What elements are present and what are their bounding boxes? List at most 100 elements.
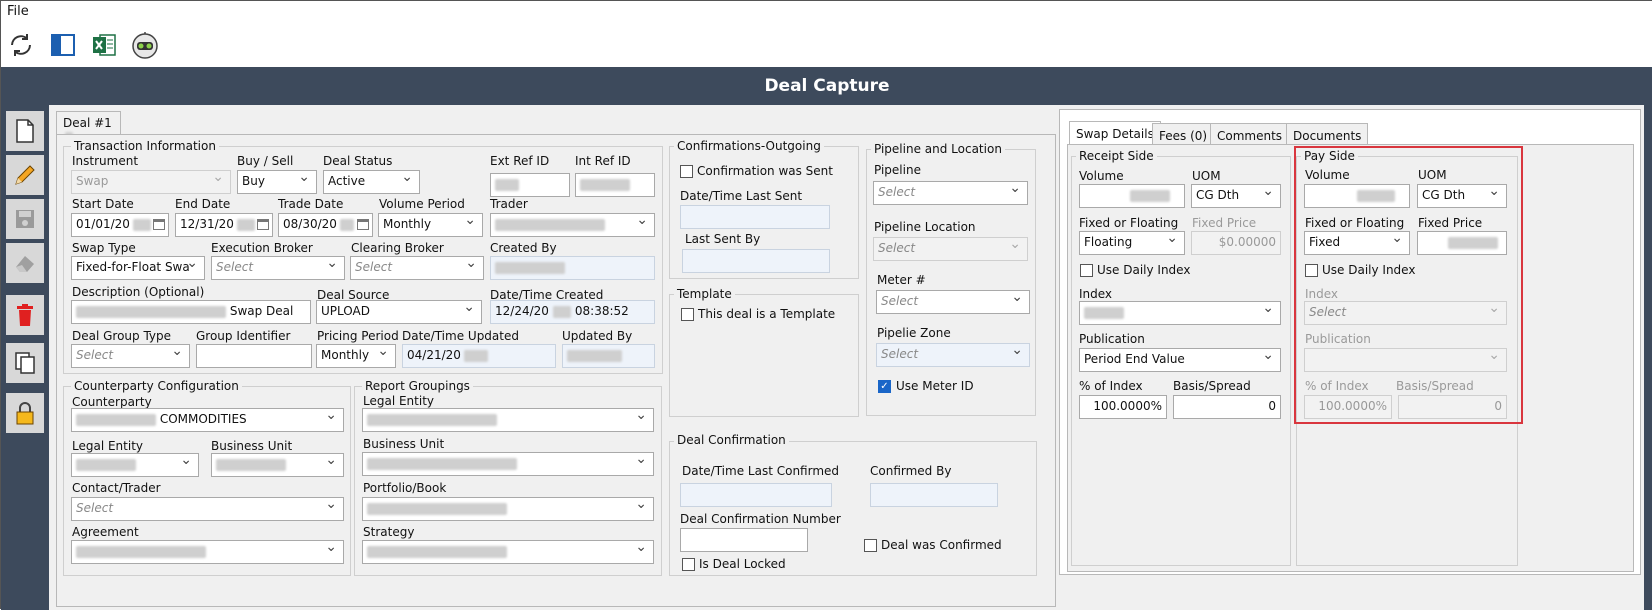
delete-trash-icon[interactable]: [6, 295, 44, 335]
receipt-uom-select[interactable]: CG Dth: [1191, 184, 1281, 208]
report-groupings-title: Report Groupings: [362, 379, 473, 393]
ext-ref-input[interactable]: [490, 173, 570, 197]
instrument-select[interactable]: Swap: [71, 170, 231, 194]
confirmed-by-label: Confirmed By: [870, 464, 952, 478]
execution-broker-select[interactable]: Select: [211, 256, 345, 280]
split-pane-icon[interactable]: [47, 29, 79, 61]
last-confirmed-label: Date/Time Last Confirmed: [682, 464, 840, 478]
trade-date-input[interactable]: 08/30/20: [278, 213, 373, 237]
lock-icon[interactable]: [6, 393, 44, 433]
copy-icon[interactable]: [6, 343, 44, 383]
save-disk-icon[interactable]: [6, 199, 44, 239]
pay-basis-input[interactable]: 0: [1398, 395, 1507, 419]
deal-group-type-select[interactable]: Select: [71, 344, 190, 368]
confirmation-sent-checkbox[interactable]: [680, 165, 693, 178]
rg-business-unit-select[interactable]: [362, 452, 654, 476]
tab-deal[interactable]: Deal #1: [56, 111, 121, 144]
swap-type-label: Swap Type: [72, 241, 136, 255]
is-template-checkbox[interactable]: [681, 308, 694, 321]
last-sent-by-label: Last Sent By: [685, 232, 761, 246]
deal-confirmed-checkbox[interactable]: [864, 539, 877, 552]
receipt-daily-index-label: Use Daily Index: [1097, 263, 1191, 277]
updated-by-field: [562, 344, 655, 368]
cp-legal-entity-label: Legal Entity: [72, 439, 144, 453]
pay-pct-index-label: % of Index: [1305, 379, 1369, 393]
start-date-input[interactable]: 01/01/20: [71, 213, 169, 237]
pay-volume-input[interactable]: [1304, 184, 1410, 208]
portfolio-book-label: Portfolio/Book: [363, 481, 447, 495]
strategy-label: Strategy: [363, 525, 415, 539]
receipt-daily-index-checkbox[interactable]: [1080, 264, 1093, 277]
clearing-broker-select[interactable]: Select: [350, 256, 484, 280]
pipeline-location-select[interactable]: Select: [873, 237, 1028, 261]
receipt-basis-label: Basis/Spread: [1173, 379, 1251, 393]
pay-side-title: Pay Side: [1301, 149, 1358, 163]
refresh-icon[interactable]: [5, 29, 37, 61]
robot-icon[interactable]: [129, 29, 161, 61]
volume-period-label: Volume Period: [379, 197, 465, 211]
receipt-fixed-price-label: Fixed Price: [1192, 216, 1257, 230]
pay-uom-select[interactable]: CG Dth: [1417, 184, 1507, 208]
deal-confirmation-title: Deal Confirmation: [674, 433, 789, 447]
counterparty-group-title: Counterparty Configuration: [71, 379, 242, 393]
receipt-volume-label: Volume: [1079, 169, 1124, 183]
edit-pencil-icon[interactable]: [6, 155, 44, 195]
pricing-period-select[interactable]: Monthly: [316, 344, 396, 368]
pipeline-location-title: Pipeline and Location: [871, 142, 1005, 156]
clearing-broker-label: Clearing Broker: [351, 241, 444, 255]
receipt-fixed-price-input[interactable]: $0.00000: [1191, 231, 1281, 255]
tab-swap-details[interactable]: Swap Details: [1069, 121, 1161, 146]
meter-label: Meter #: [877, 273, 926, 287]
receipt-publication-select[interactable]: Period End Value: [1079, 348, 1281, 372]
agreement-select[interactable]: [71, 540, 344, 564]
end-date-input[interactable]: 12/31/20: [175, 213, 273, 237]
int-ref-input[interactable]: [575, 173, 655, 197]
receipt-side-title: Receipt Side: [1076, 149, 1157, 163]
excel-icon[interactable]: [88, 29, 120, 61]
pay-publication-select[interactable]: [1304, 348, 1507, 372]
pay-fixed-price-input[interactable]: [1417, 231, 1507, 255]
use-meter-id-checkbox[interactable]: ✓: [878, 380, 891, 393]
receipt-volume-input[interactable]: [1079, 184, 1185, 208]
new-document-icon[interactable]: [6, 111, 44, 151]
portfolio-book-select[interactable]: [362, 497, 654, 521]
pay-pct-index-input[interactable]: 100.0000%: [1304, 395, 1392, 419]
counterparty-select[interactable]: COMMODITIES: [71, 408, 344, 432]
pay-fixed-floating-select[interactable]: Fixed: [1304, 231, 1410, 255]
buysell-select[interactable]: Buy: [237, 170, 317, 194]
pipeline-zone-select[interactable]: Select: [876, 343, 1030, 367]
pay-volume-label: Volume: [1305, 168, 1350, 182]
cp-legal-entity-select[interactable]: [71, 453, 199, 477]
receipt-basis-input[interactable]: 0: [1173, 395, 1281, 419]
group-identifier-input[interactable]: [196, 344, 312, 368]
menu-file[interactable]: File: [7, 4, 29, 19]
deal-confirmation-group: [669, 441, 1037, 576]
confirmation-number-input[interactable]: [680, 528, 808, 552]
pay-index-select[interactable]: Select: [1304, 301, 1507, 325]
last-confirmed-field: [680, 483, 832, 507]
receipt-fixed-floating-select[interactable]: Floating: [1079, 231, 1185, 255]
created-by-field: [490, 256, 655, 280]
contact-trader-select[interactable]: Select: [71, 497, 344, 521]
deal-source-select[interactable]: UPLOAD: [316, 300, 482, 324]
rg-legal-entity-select[interactable]: [362, 408, 654, 432]
meter-select[interactable]: Select: [876, 290, 1030, 314]
swap-type-select[interactable]: Fixed-for-Float Swa: [71, 256, 205, 280]
receipt-index-select[interactable]: [1079, 301, 1281, 325]
cp-business-unit-select[interactable]: [211, 453, 344, 477]
pipeline-select[interactable]: Select: [873, 181, 1028, 205]
deal-status-select[interactable]: Active: [323, 170, 420, 194]
eraser-icon[interactable]: [6, 243, 44, 283]
pay-daily-index-checkbox[interactable]: [1305, 264, 1318, 277]
pricing-period-label: Pricing Period: [317, 329, 399, 343]
trader-select[interactable]: [490, 213, 655, 237]
tab-deal-label: Deal #1: [63, 116, 112, 130]
strategy-select[interactable]: [362, 540, 654, 564]
volume-period-select[interactable]: Monthly: [378, 213, 483, 237]
pipeline-label: Pipeline: [874, 163, 921, 177]
receipt-index-label: Index: [1079, 287, 1113, 301]
deal-locked-checkbox[interactable]: [682, 558, 695, 571]
date-created-field: 12/24/20 08:38:52: [490, 300, 655, 324]
receipt-pct-index-input[interactable]: 100.0000%: [1079, 395, 1167, 419]
description-input[interactable]: Swap Deal: [71, 300, 311, 324]
